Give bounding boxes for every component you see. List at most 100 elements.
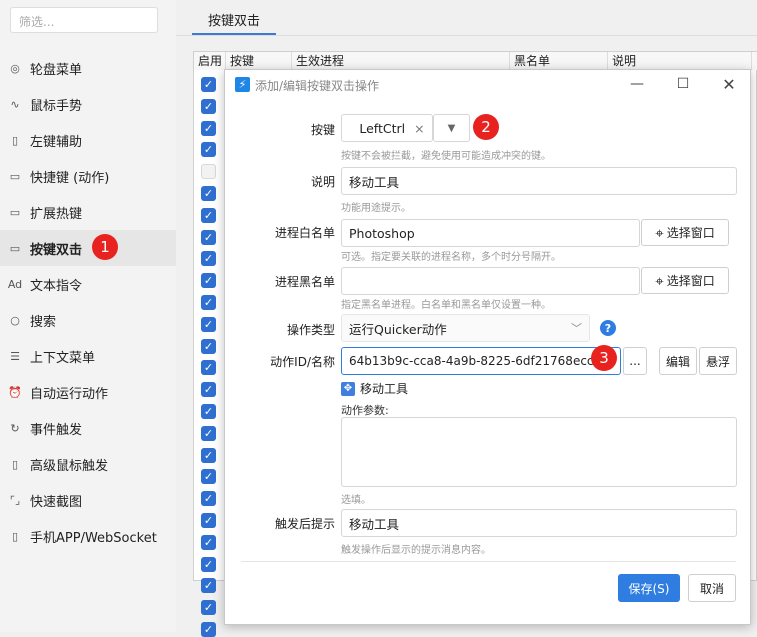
trigger-tip-input[interactable]: 移动工具 (341, 509, 737, 537)
more-button[interactable]: ... (623, 347, 647, 375)
help-icon[interactable]: ? (600, 320, 616, 336)
action-params-textarea[interactable] (341, 417, 737, 487)
key-dropdown[interactable]: ▼ (433, 114, 470, 142)
row-enabled-checkbox[interactable]: ✓ (201, 316, 216, 332)
sidebar-item-label: 按键双击 (30, 242, 83, 258)
key-field[interactable]: LeftCtrl × (341, 114, 433, 142)
action-icon: ✥ (341, 381, 355, 396)
row-enabled-checkbox[interactable]: ✓ (201, 425, 216, 441)
action-id-label: 动作ID/名称 (270, 355, 335, 369)
row-enabled-checkbox[interactable]: ✓ (201, 622, 216, 637)
row-enabled-checkbox[interactable]: ✓ (201, 273, 216, 289)
mouse-icon: ▯ (11, 457, 19, 471)
edit-action-button[interactable]: 编辑 (659, 347, 697, 375)
sidebar-item-shortcut-action[interactable]: ▭ 快捷键 (动作) (0, 158, 176, 194)
cancel-button[interactable]: 取消 (688, 574, 736, 602)
chevron-down-icon: ﹀ (571, 322, 582, 335)
row-enabled-checkbox[interactable]: ✓ (201, 534, 216, 550)
row-enabled-checkbox[interactable]: ✓ (201, 77, 216, 92)
operation-type-label: 操作类型 (286, 323, 335, 337)
sidebar-item-label: 轮盘菜单 (30, 62, 83, 78)
row-enabled-checkbox[interactable]: ✓ (201, 600, 216, 616)
save-button[interactable]: 保存(S) (618, 574, 680, 602)
sidebar-item-label: 手机APP/WebSocket (30, 530, 157, 546)
sidebar-item-text-command[interactable]: Ad 文本指令 (0, 266, 176, 302)
annotation-badge-2: 2 (473, 114, 499, 140)
blacklist-label: 进程黑名单 (274, 275, 335, 289)
action-name: 移动工具 (360, 382, 409, 396)
row-enabled-checkbox[interactable]: ✓ (201, 338, 216, 354)
maximize-icon[interactable]: ☐ (671, 74, 695, 94)
screenshot-icon: ⌜⌟ (9, 493, 21, 507)
sidebar-item-key-double-click[interactable]: ▭ 按键双击 (0, 230, 176, 266)
sidebar-item-wheel-menu[interactable]: ◎ 轮盘菜单 (0, 50, 176, 86)
column-header-key[interactable]: 按键 (226, 52, 292, 70)
blacklist-input[interactable] (341, 267, 640, 295)
minimize-icon[interactable]: — (625, 74, 649, 94)
annotation-badge-3: 3 (591, 345, 617, 371)
chevron-down-icon: ▼ (447, 122, 456, 134)
key-hint: 按键不会被拦截，避免使用可能造成冲突的键。 (341, 151, 551, 162)
sidebar-item-mouse-gesture[interactable]: ∿ 鼠标手势 (0, 86, 176, 122)
row-enabled-checkbox[interactable]: ✓ (201, 207, 216, 223)
key-label: 按键 (310, 123, 335, 137)
trigger-tip-hint: 触发操作后显示的提示消息内容。 (341, 545, 491, 556)
sidebar-item-mobile-app-websocket[interactable]: ▯ 手机APP/WebSocket (0, 518, 176, 554)
select-window-button-whitelist[interactable]: ⌖ 选择窗口 (641, 219, 729, 246)
column-header-enabled[interactable]: 启用 (194, 52, 226, 70)
circle-icon: ◎ (10, 61, 20, 75)
sidebar-item-label: 文本指令 (30, 278, 83, 294)
operation-type-value: 运行Quicker动作 (349, 321, 447, 337)
mouse-icon: ▯ (11, 133, 19, 147)
sidebar-item-quick-screenshot[interactable]: ⌜⌟ 快速截图 (0, 482, 176, 518)
row-enabled-checkbox[interactable]: ✓ (201, 447, 216, 463)
row-enabled-checkbox[interactable]: ✓ (201, 469, 216, 485)
float-action-button[interactable]: 悬浮 (699, 347, 737, 375)
row-enabled-checkbox[interactable] (201, 164, 216, 180)
tab-key-double-click[interactable]: 按键双击 (192, 5, 276, 35)
sidebar-item-search[interactable]: ○ 搜索 (0, 302, 176, 338)
row-enabled-checkbox[interactable]: ✓ (201, 578, 216, 594)
clear-key-icon[interactable]: × (414, 121, 424, 136)
row-enabled-checkbox[interactable]: ✓ (201, 382, 216, 398)
gesture-icon: ∿ (10, 97, 20, 111)
row-enabled-checkbox[interactable]: ✓ (201, 360, 216, 376)
sidebar-item-context-menu[interactable]: ☰ 上下文菜单 (0, 338, 176, 374)
action-id-input[interactable]: 64b13b9c-cca8-4a9b-8225-6df21768eccb (341, 347, 621, 375)
sidebar-item-event-trigger[interactable]: ↻ 事件触发 (0, 410, 176, 446)
column-header-description[interactable]: 说明 (608, 52, 752, 70)
row-enabled-checkbox[interactable]: ✓ (201, 142, 216, 158)
row-enabled-checkbox[interactable]: ✓ (201, 491, 216, 507)
whitelist-hint: 可选。指定要关联的进程名称，多个时分号隔开。 (341, 252, 561, 263)
row-enabled-checkbox[interactable]: ✓ (201, 513, 216, 528)
row-enabled-checkbox[interactable]: ✓ (201, 404, 216, 419)
whitelist-input[interactable]: Photoshop (341, 219, 640, 247)
sidebar-item-extended-hotkey[interactable]: ▭ 扩展热键 (0, 194, 176, 230)
keyboard-icon: ▭ (9, 241, 21, 255)
filter-input[interactable]: 筛选... (10, 7, 158, 33)
row-enabled-checkbox[interactable]: ✓ (201, 295, 216, 310)
column-header-more[interactable]: 扌 (752, 52, 757, 70)
sidebar-item-label: 鼠标手势 (30, 98, 83, 114)
row-enabled-checkbox[interactable]: ✓ (201, 98, 216, 114)
column-header-blacklist[interactable]: 黑名单 (510, 52, 608, 70)
close-icon[interactable]: ✕ (717, 74, 741, 94)
row-enabled-checkbox[interactable]: ✓ (201, 120, 216, 136)
search-icon: ○ (10, 313, 20, 327)
keyboard-icon: ▭ (9, 169, 21, 183)
column-header-process[interactable]: 生效进程 (292, 52, 510, 70)
description-label: 说明 (310, 175, 335, 189)
row-enabled-checkbox[interactable]: ✓ (201, 186, 216, 201)
description-input[interactable]: 移动工具 (341, 167, 737, 195)
operation-type-select[interactable]: 运行Quicker动作 ﹀ (341, 314, 590, 342)
sidebar-item-label: 快捷键 (动作) (30, 170, 110, 186)
row-enabled-checkbox[interactable]: ✓ (201, 556, 216, 572)
sidebar-item-auto-run-action[interactable]: ⏰ 自动运行动作 (0, 374, 176, 410)
row-enabled-checkbox[interactable]: ✓ (201, 229, 216, 245)
keyboard-icon: ▭ (9, 205, 21, 219)
select-window-button-blacklist[interactable]: ⌖ 选择窗口 (641, 267, 729, 294)
sidebar-item-advanced-mouse-trigger[interactable]: ▯ 高级鼠标触发 (0, 446, 176, 482)
row-enabled-checkbox[interactable]: ✓ (201, 251, 216, 267)
action-name-row[interactable]: ✥ 移动工具 (341, 380, 408, 397)
sidebar-item-left-click-assist[interactable]: ▯ 左键辅助 (0, 122, 176, 158)
